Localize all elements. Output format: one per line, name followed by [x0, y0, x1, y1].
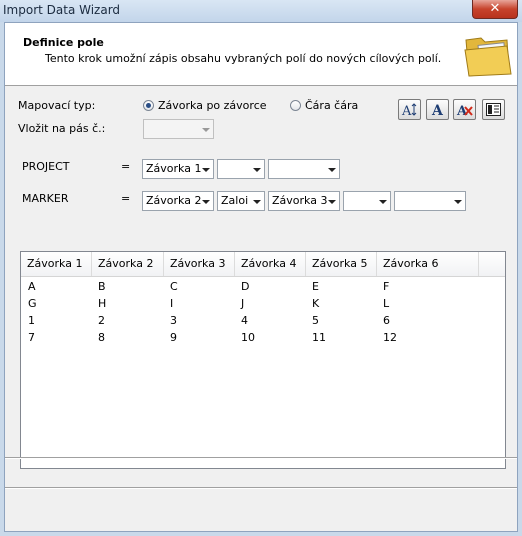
field-name-marker: MARKER	[22, 192, 69, 205]
table-header: Závorka 1 Závorka 2 Závorka 3 Závorka 4 …	[21, 252, 505, 277]
title-bar: Import Data Wizard ✕	[0, 0, 522, 22]
wizard-header: Definice pole Tento krok umožní zápis ob…	[5, 23, 517, 86]
chevron-down-icon	[202, 128, 210, 132]
radio-selected-dot	[146, 103, 151, 108]
chevron-down-icon	[202, 200, 210, 204]
font-size-icon: A	[401, 103, 417, 117]
option-line-label[interactable]: Čára čára	[305, 99, 358, 112]
font-icon: A	[431, 103, 444, 117]
preview-table[interactable]: Závorka 1 Závorka 2 Závorka 3 Závorka 4 …	[20, 251, 506, 469]
project-combo-2[interactable]	[217, 159, 265, 179]
table-cell: B	[98, 280, 106, 293]
column-header[interactable]: Závorka 5	[306, 252, 377, 276]
combo-value: Závorka 2	[146, 194, 202, 207]
font-size-button[interactable]: A	[398, 99, 421, 120]
table-cell: J	[241, 297, 245, 310]
table-cell: F	[383, 280, 390, 293]
layout-icon	[486, 103, 501, 116]
equals-sign: =	[121, 192, 131, 205]
insert-band-label: Vložit na pás č.:	[18, 122, 106, 135]
table-cell: 2	[98, 314, 105, 327]
insert-band-select[interactable]	[143, 119, 214, 139]
chevron-down-icon	[253, 200, 261, 204]
marker-combo-3[interactable]: Závorka 3	[268, 191, 340, 211]
combo-value: Závorka 1	[146, 162, 202, 175]
table-cell: 6	[383, 314, 390, 327]
divider	[5, 457, 517, 459]
marker-combo-2[interactable]: Zaloi	[217, 191, 265, 211]
chevron-down-icon	[379, 200, 387, 204]
table-cell: 3	[170, 314, 177, 327]
project-combo-1[interactable]: Závorka 1	[142, 159, 214, 179]
column-header[interactable]: Závorka 2	[92, 252, 164, 276]
table-cell: I	[170, 297, 174, 310]
radio-bracket[interactable]	[143, 100, 154, 111]
table-cell: 5	[312, 314, 319, 327]
font-button[interactable]: A	[426, 99, 449, 120]
step-description: Tento krok umožní zápis obsahu vybraných…	[45, 52, 442, 65]
window-title: Import Data Wizard	[3, 3, 121, 17]
table-cell: A	[28, 280, 36, 293]
combo-value: Zaloi	[221, 194, 249, 207]
table-cell: 9	[170, 331, 177, 344]
chevron-down-icon	[253, 168, 261, 172]
chevron-down-icon	[328, 200, 336, 204]
marker-combo-4[interactable]	[343, 191, 391, 211]
table-cell: 4	[241, 314, 248, 327]
chevron-down-icon	[328, 168, 336, 172]
table-cell: 7	[28, 331, 35, 344]
footer-divider	[5, 487, 517, 489]
table-cell: C	[170, 280, 178, 293]
chevron-down-icon	[202, 168, 210, 172]
mapping-type-label: Mapovací typ:	[18, 99, 96, 112]
option-bracket-label[interactable]: Závorka po závorce	[158, 99, 267, 112]
svg-text:A: A	[431, 103, 444, 117]
table-cell: 11	[312, 331, 326, 344]
clear-font-icon: A	[456, 104, 473, 117]
folder-icon	[464, 37, 512, 77]
layout-button[interactable]	[482, 99, 505, 120]
table-cell: 8	[98, 331, 105, 344]
marker-combo-1[interactable]: Závorka 2	[142, 191, 214, 211]
table-cell: H	[98, 297, 107, 310]
table-cell: K	[312, 297, 320, 310]
field-name-project: PROJECT	[22, 160, 70, 173]
table-cell: L	[383, 297, 390, 310]
equals-sign: =	[121, 160, 131, 173]
combo-value: Závorka 3	[272, 194, 328, 207]
column-header[interactable]: Závorka 6	[377, 252, 479, 276]
table-cell: D	[241, 280, 250, 293]
wizard-body: Definice pole Tento krok umožní zápis ob…	[4, 22, 518, 532]
marker-combo-5[interactable]	[394, 191, 466, 211]
column-header[interactable]: Závorka 4	[235, 252, 306, 276]
table-cell: 10	[241, 331, 255, 344]
step-title: Definice pole	[23, 36, 104, 49]
radio-line[interactable]	[290, 100, 301, 111]
column-header[interactable]: Závorka 1	[21, 252, 92, 276]
table-cell: 1	[28, 314, 35, 327]
table-cell: 12	[383, 331, 397, 344]
column-header[interactable]: Závorka 3	[164, 252, 235, 276]
table-cell: E	[312, 280, 319, 293]
clear-font-button[interactable]: A	[453, 99, 476, 120]
project-combo-3[interactable]	[268, 159, 340, 179]
chevron-down-icon	[454, 200, 462, 204]
svg-text:A: A	[401, 104, 412, 117]
table-cell: G	[28, 297, 37, 310]
close-button[interactable]: ✕	[472, 0, 518, 19]
